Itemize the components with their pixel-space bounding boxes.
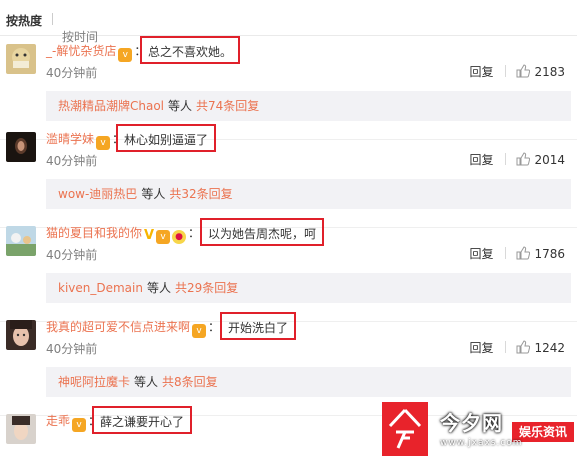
bulb-badge-icon: ● — [172, 230, 187, 244]
reply-summary[interactable]: wow-迪丽热巴 等人 共32条回复 — [46, 179, 571, 209]
reply-count-link[interactable]: 共8条回复 — [162, 375, 218, 389]
like-count: 1242 — [534, 341, 565, 355]
vip-badge-icon: v — [118, 48, 133, 62]
comment-actions: 回复 1786 — [469, 244, 565, 264]
like-count: 2014 — [534, 153, 565, 167]
like-button[interactable]: 1786 — [516, 244, 565, 264]
comment-text: 开始洗白了 — [220, 312, 297, 340]
reply-etc: 等人 — [141, 187, 166, 201]
username[interactable]: 猫的夏目和我的你 — [46, 226, 142, 240]
comment-text: 以为她告周杰呢，呵 — [200, 218, 325, 246]
avatar[interactable] — [6, 44, 36, 74]
comment-time: 40分钟前 — [46, 342, 98, 356]
comment-actions: 回复 2183 — [469, 62, 565, 82]
thumbs-up-icon — [516, 64, 531, 78]
reply-button[interactable]: 回复 — [469, 338, 505, 358]
reply-button[interactable]: 回复 — [469, 244, 505, 264]
username[interactable]: 滥晴学妹 — [46, 132, 94, 146]
reply-users[interactable]: 神呢阿拉魔卡 — [58, 375, 130, 389]
like-button[interactable]: 1242 — [516, 338, 565, 358]
vip-badge-icon: v — [96, 136, 111, 150]
reply-count-link[interactable]: 共29条回复 — [175, 281, 238, 295]
comment-time: 40分钟前 — [46, 248, 98, 262]
action-divider — [505, 65, 507, 77]
vip-badge-icon: v — [156, 230, 171, 244]
like-button[interactable]: 2183 — [516, 62, 565, 82]
sort-divider — [52, 13, 53, 25]
comment-time: 40分钟前 — [46, 154, 98, 168]
reply-etc: 等人 — [146, 281, 171, 295]
avatar[interactable] — [6, 414, 36, 444]
vip-badge-icon: v — [192, 324, 207, 338]
reply-etc: 等人 — [168, 99, 193, 113]
comment-text: 林心如别逼逼了 — [116, 124, 217, 152]
comment-actions: 回复 1242 — [469, 338, 565, 358]
action-divider — [505, 153, 507, 165]
sort-by-hot-tab[interactable]: 按热度 — [6, 12, 42, 29]
site-watermark: 今夕网 娱乐资讯 www.jxaxs.com — [382, 402, 577, 456]
username[interactable]: 我真的超可爱不信点进来啊 — [46, 320, 190, 334]
action-divider — [505, 341, 507, 353]
reply-etc: 等人 — [134, 375, 159, 389]
like-count: 2183 — [534, 65, 565, 79]
thumbs-up-icon — [516, 340, 531, 354]
reply-summary[interactable]: kiven_Demain 等人 共29条回复 — [46, 273, 571, 303]
avatar[interactable] — [6, 132, 36, 162]
comment-text: 总之不喜欢她。 — [140, 36, 241, 64]
reply-users[interactable]: kiven_Demain — [58, 281, 143, 295]
username[interactable]: 走乖 — [46, 414, 70, 428]
avatar[interactable] — [6, 226, 36, 256]
reply-button[interactable]: 回复 — [469, 150, 505, 170]
reply-summary[interactable]: 神呢阿拉魔卡 等人 共8条回复 — [46, 367, 571, 397]
like-button[interactable]: 2014 — [516, 150, 565, 170]
comment-item: 我真的超可爱不信点进来啊 v： 开始洗白了 40分钟前 回复 1242 神呢阿拉魔卡… — [0, 312, 577, 416]
comment-item: 猫的夏目和我的你 Vv ●： 以为她告周杰呢，呵 40分钟前 回复 1786 kive… — [0, 218, 577, 322]
avatar[interactable] — [6, 320, 36, 350]
like-count: 1786 — [534, 247, 565, 261]
username[interactable]: _-解忧杂货店 — [46, 44, 116, 58]
colon: ： — [188, 226, 201, 240]
reply-summary[interactable]: 热潮精品潮牌Chaol 等人 共74条回复 — [46, 91, 571, 121]
watermark-name: 今夕网 — [440, 411, 503, 435]
action-divider — [505, 247, 507, 259]
verified-v-icon: V — [144, 228, 155, 243]
reply-button[interactable]: 回复 — [469, 62, 505, 82]
comment-time: 40分钟前 — [46, 66, 98, 80]
comment-text: 薛之谦要开心了 — [92, 406, 193, 434]
colon: ： — [208, 320, 221, 334]
comment-actions: 回复 2014 — [469, 150, 565, 170]
thumbs-up-icon — [516, 246, 531, 260]
reply-count-link[interactable]: 共32条回复 — [169, 187, 232, 201]
thumbs-up-icon — [516, 152, 531, 166]
vip-badge-icon: v — [72, 418, 87, 432]
reply-users[interactable]: 热潮精品潮牌Chaol — [58, 99, 164, 113]
sort-bar: 按热度 按时间 — [0, 0, 577, 44]
watermark-url: www.jxaxs.com — [440, 438, 523, 448]
comment-item: 滥晴学妹 v： 林心如别逼逼了 40分钟前 回复 2014 wow-迪丽热巴 等人 共3… — [0, 124, 577, 228]
reply-count-link[interactable]: 共74条回复 — [196, 99, 259, 113]
reply-users[interactable]: wow-迪丽热巴 — [58, 187, 137, 201]
watermark-logo-icon — [382, 402, 428, 456]
